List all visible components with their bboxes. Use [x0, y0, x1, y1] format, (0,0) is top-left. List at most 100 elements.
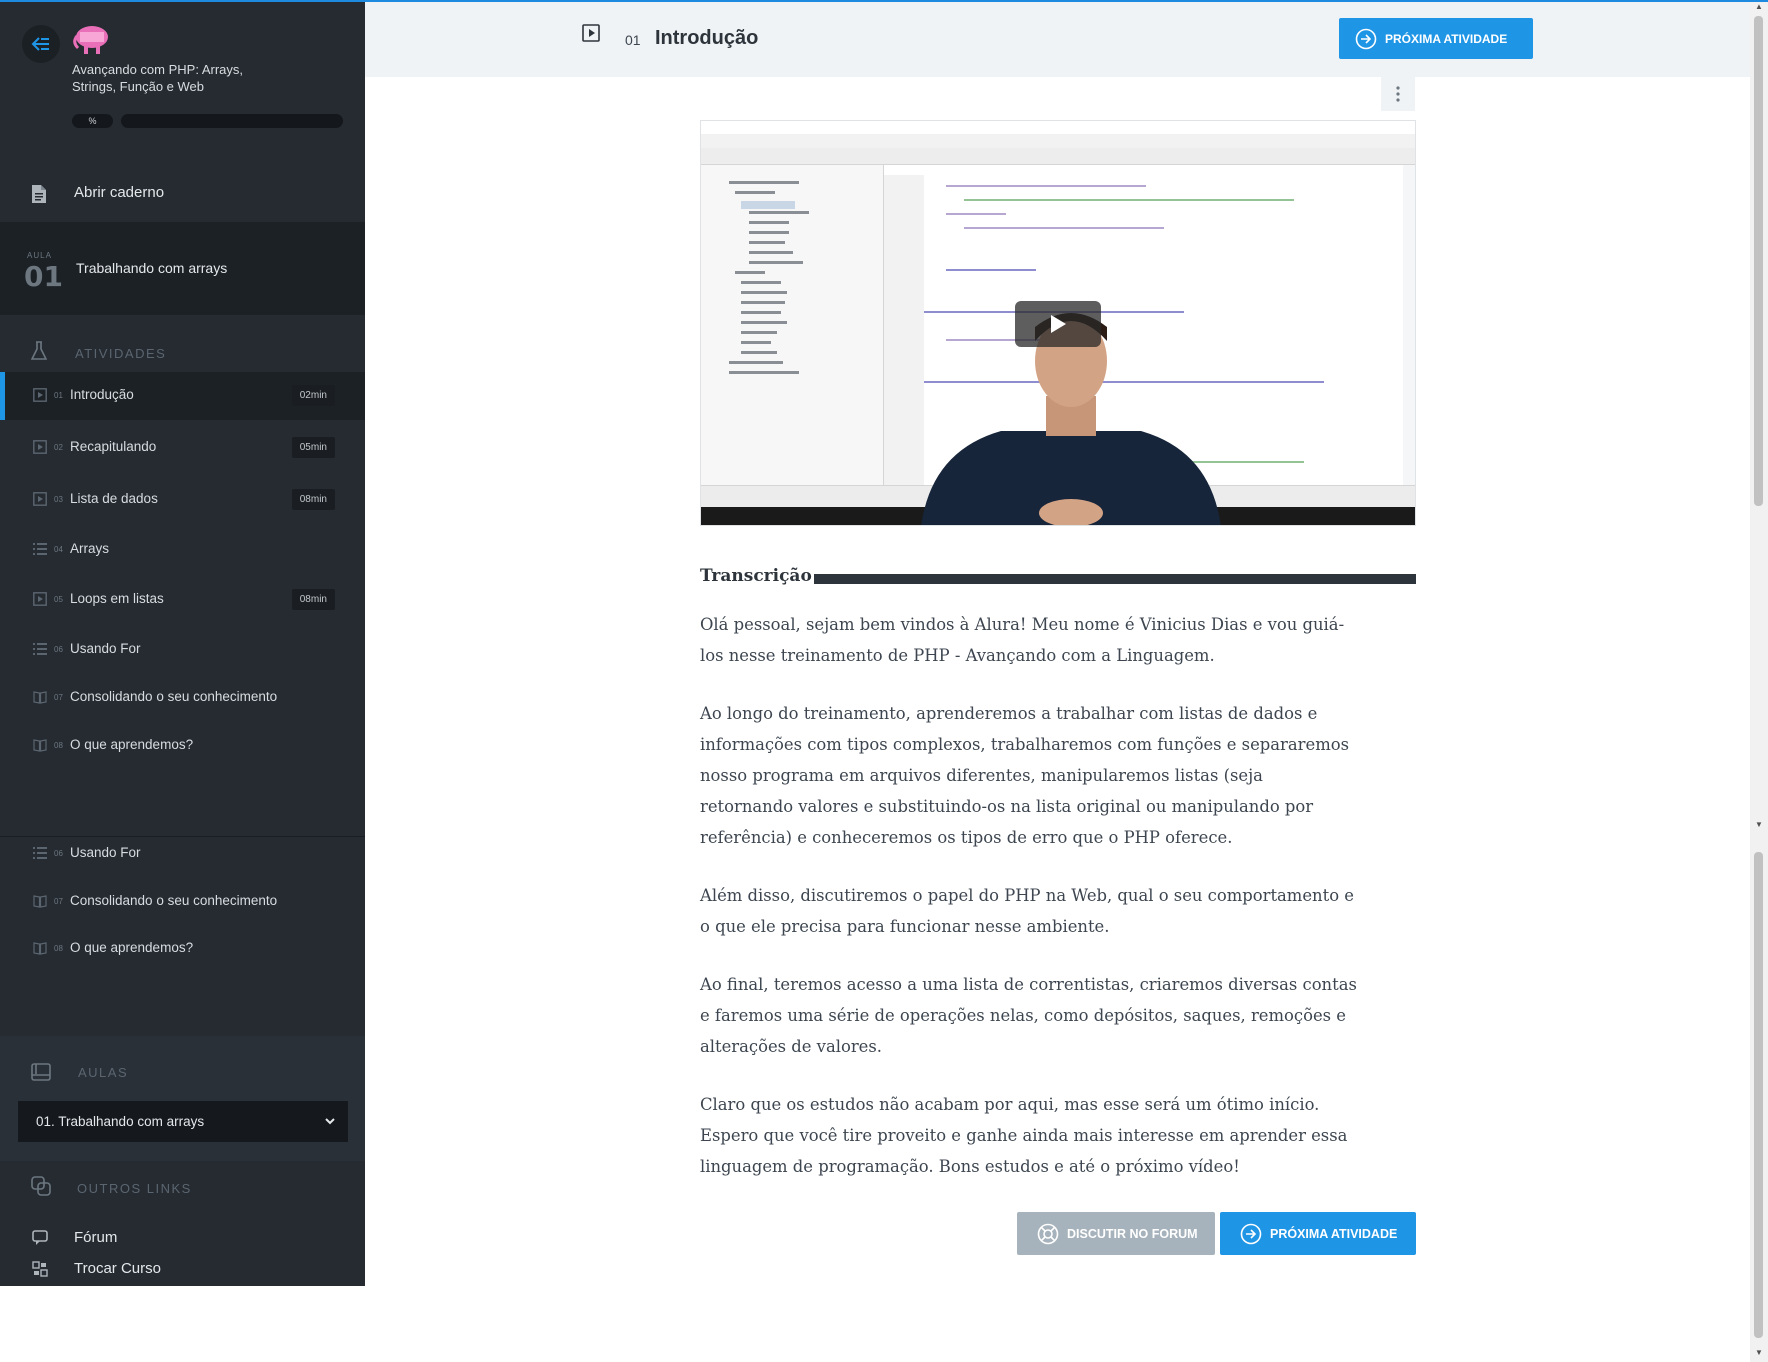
activity-title: O que aprendemos? [70, 737, 194, 752]
video-frame-toolbar [701, 148, 1415, 165]
activity-duration-badge: 08min [291, 489, 335, 510]
activity-duration-badge: 02min [291, 385, 335, 406]
activity-title: Consolidando o seu conhecimento [70, 689, 278, 704]
other-links-header: OUTROS LINKS [77, 1181, 192, 1196]
activity-number: 08 [54, 944, 63, 953]
activity-title: Usando For [70, 641, 141, 656]
book-icon [33, 941, 47, 960]
code-line [946, 269, 1036, 271]
chat-icon [32, 1230, 48, 1245]
other-links-section: OUTROS LINKS Fórum Trocar Curso [0, 1161, 365, 1286]
activity-item[interactable]: 02 Recapitulando 05min [0, 424, 365, 472]
activity-number: 01 [625, 32, 641, 48]
activity-title: Lista de dados [70, 491, 158, 506]
activity-header: 01 Introdução PRÓXIMA ATIVIDADE [365, 2, 1750, 77]
aula-number: 01 [24, 260, 63, 293]
video-frame-menubar [701, 134, 1415, 148]
code-line [964, 227, 1164, 229]
code-line [946, 213, 1006, 215]
aula-select[interactable]: 01. Trabalhando com arrays [18, 1101, 348, 1142]
activity-item[interactable]: 08 O que aprendemos? [0, 925, 365, 973]
switch-course-label: Trocar Curso [74, 1260, 161, 1277]
transcript-paragraph: Ao final, teremos acesso a uma lista de … [700, 975, 1357, 1056]
course-progress-bar [121, 114, 343, 128]
activity-title: Consolidando o seu conhecimento [70, 893, 278, 908]
activity-number: 04 [54, 545, 63, 554]
arrow-circle-icon [1240, 1223, 1262, 1244]
video-frame-gutter [884, 175, 924, 485]
transcript-paragraph: Claro que os estudos não acabam por aqui… [700, 1095, 1348, 1176]
transcript-paragraph: Ao longo do treinamento, aprenderemos a … [700, 704, 1350, 847]
video-icon [33, 440, 47, 459]
aula-title: Trabalhando com arrays [76, 260, 228, 276]
switch-icon [32, 1261, 48, 1277]
activity-number: 07 [54, 897, 63, 906]
progress-percent: % [72, 114, 113, 128]
discuss-forum-label: DISCUTIR NO FORUM [1067, 1226, 1198, 1241]
activity-duration-badge: 08min [291, 589, 335, 610]
code-line [964, 199, 1294, 201]
switch-course-link[interactable]: Trocar Curso [0, 1255, 365, 1283]
video-player[interactable] [700, 120, 1416, 526]
activity-number: 08 [54, 741, 63, 750]
play-icon [1051, 315, 1066, 333]
activity-item[interactable]: 06 Usando For [0, 626, 365, 674]
transcript-body: Olá pessoal, sejam bem vindos à Alura! M… [700, 609, 1360, 1209]
scrollbar-thumb[interactable] [1754, 16, 1763, 506]
video-icon [33, 388, 47, 407]
activity-number: 02 [54, 443, 63, 452]
activity-item[interactable]: 07 Consolidando o seu conhecimento [0, 674, 365, 722]
video-activity-icon [582, 24, 600, 42]
activity-title: Arrays [70, 541, 110, 556]
activities-header-label: ATIVIDADES [75, 346, 167, 361]
links-icon [31, 1176, 51, 1196]
activity-item[interactable]: 03 Lista de dados 08min [0, 476, 365, 524]
activity-number: 01 [54, 391, 63, 400]
back-button[interactable] [22, 25, 60, 63]
next-activity-button-top[interactable]: PRÓXIMA ATIVIDADE [1339, 18, 1533, 59]
scroll-down-arrow-bottom[interactable]: ▼ [1754, 1348, 1764, 1358]
scrollbar-thumb-secondary[interactable] [1754, 852, 1763, 1338]
open-notebook-link[interactable]: Abrir caderno [0, 168, 365, 220]
activity-number: 05 [54, 595, 63, 604]
activity-number: 06 [54, 645, 63, 654]
sidebar: Avançando com PHP: Arrays, Strings, Funç… [0, 0, 365, 1286]
chevron-down-icon [325, 1118, 335, 1125]
main-content: 01 Introdução PRÓXIMA ATIVIDADE Transcri… [365, 0, 1750, 1362]
video-play-button[interactable] [1015, 301, 1101, 347]
scroll-down-arrow[interactable]: ▼ [1754, 820, 1764, 830]
list-icon [33, 846, 47, 865]
activity-title: Usando For [70, 845, 141, 860]
lifebuoy-icon [1037, 1223, 1059, 1244]
course-header: Avançando com PHP: Arrays, Strings, Funç… [0, 0, 365, 160]
activity-item[interactable]: 05 Loops em listas 08min [0, 576, 365, 624]
activity-item[interactable]: 08 O que aprendemos? [0, 722, 365, 770]
activities-header: ATIVIDADES [0, 330, 365, 374]
scroll-up-arrow[interactable]: ▲ [1754, 2, 1764, 12]
discuss-forum-button[interactable]: DISCUTIR NO FORUM [1017, 1212, 1215, 1255]
aulas-header-label: AULAS [78, 1065, 129, 1080]
activity-item[interactable]: 07 Consolidando o seu conhecimento [0, 878, 365, 926]
activity-title: O que aprendemos? [70, 940, 194, 955]
arrow-circle-icon [1355, 28, 1377, 49]
forum-link[interactable]: Fórum [0, 1224, 365, 1252]
page-scrollbar[interactable]: ▲ ▼ ▼ [1750, 0, 1768, 1362]
activity-number: 03 [54, 495, 63, 504]
activity-number: 07 [54, 693, 63, 702]
activity-item[interactable]: 06 Usando For [0, 830, 365, 878]
activity-item[interactable]: 04 Arrays [0, 526, 365, 574]
more-options-button[interactable] [1381, 77, 1415, 111]
php-elephant-logo [72, 22, 112, 60]
list-icon [33, 542, 47, 561]
transcript-header: Transcrição [700, 566, 812, 586]
activity-title: Introdução [655, 27, 759, 49]
book-icon [33, 738, 47, 757]
course-title: Avançando com PHP: Arrays, Strings, Funç… [72, 62, 244, 94]
video-frame-titlebar [701, 121, 1415, 134]
transcript-paragraph: Olá pessoal, sejam bem vindos à Alura! M… [700, 615, 1345, 665]
next-activity-button-bottom[interactable]: PRÓXIMA ATIVIDADE [1220, 1212, 1416, 1255]
video-icon [33, 592, 47, 611]
video-icon [33, 492, 47, 511]
activity-item[interactable]: 01 Introdução 02min [0, 372, 365, 420]
code-line [946, 185, 1146, 187]
